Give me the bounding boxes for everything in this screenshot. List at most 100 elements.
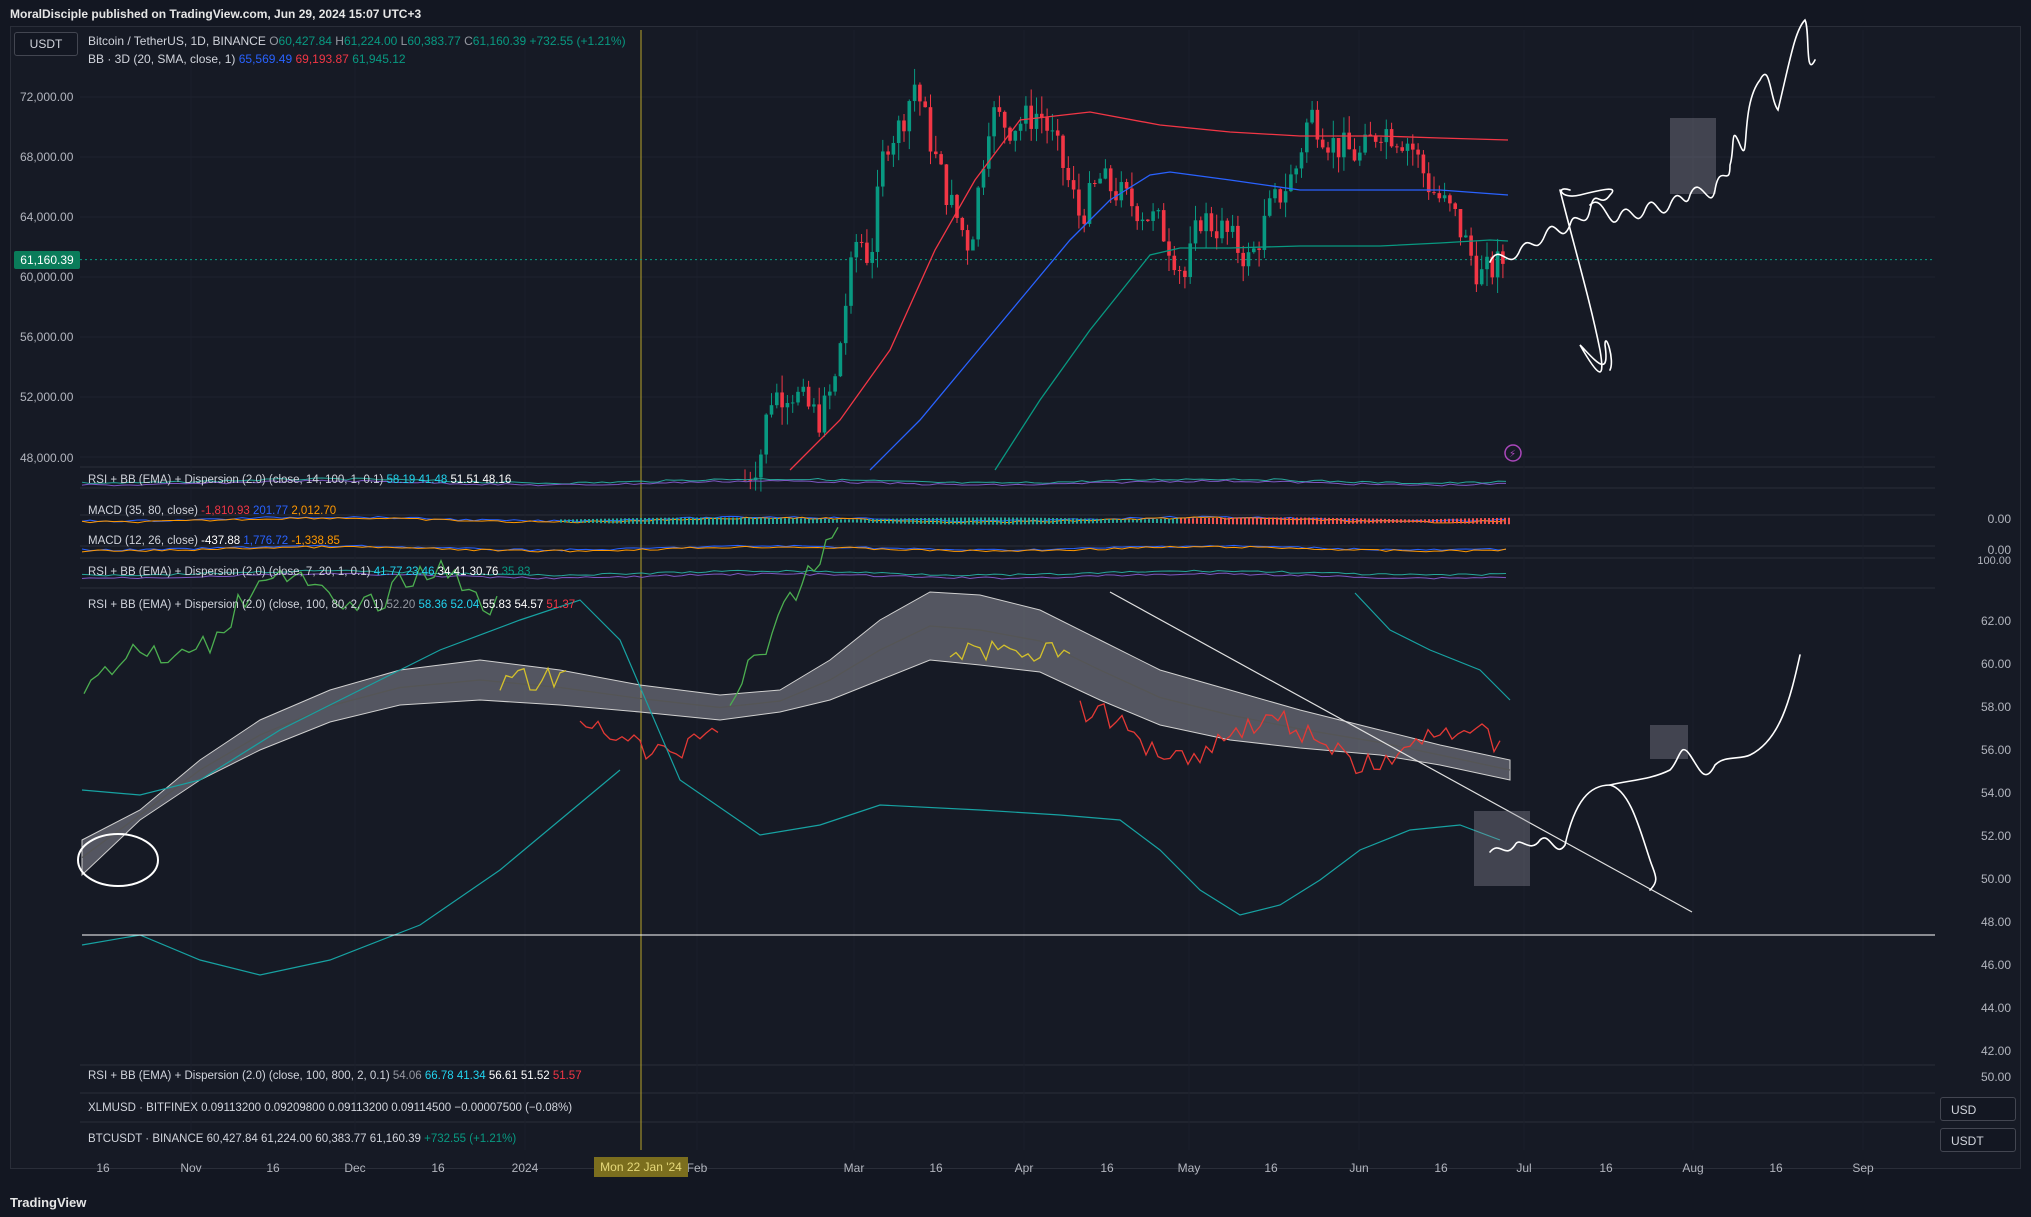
macd-histogram-bar: [1496, 517, 1498, 525]
macd-histogram-bar: [656, 517, 658, 525]
rsi-axis-label: 58.00: [1980, 700, 2011, 714]
candle-body: [1437, 193, 1442, 199]
bb-lower: 61,945.12: [352, 52, 406, 66]
candle-body: [891, 142, 896, 155]
macd-histogram-bar: [1200, 518, 1202, 524]
btc-low: 60,383.77: [315, 1133, 367, 1145]
candle-body: [1161, 210, 1166, 242]
macd-histogram-bar: [716, 517, 718, 525]
macd-histogram-bar: [756, 517, 758, 525]
candle-body: [1236, 225, 1240, 253]
macd-histogram-bar: [1060, 518, 1062, 524]
macd-histogram-bar: [1204, 518, 1206, 524]
macd-histogram-bar: [1428, 519, 1430, 523]
macd-histogram-bar: [1400, 519, 1402, 523]
macd-histogram-bar: [1272, 517, 1274, 525]
candle-body: [1108, 168, 1113, 192]
candle-body: [1050, 130, 1055, 132]
macd-histogram-bar: [1464, 518, 1466, 524]
macd-histogram-bar: [1280, 517, 1282, 525]
macd-histogram-bar: [664, 517, 666, 525]
macd-histogram-bar: [1232, 517, 1234, 525]
macd-histogram-bar: [1300, 517, 1302, 525]
macd-histogram-bar: [1216, 517, 1218, 525]
btc-close: 61,160.39: [369, 1133, 421, 1145]
candle-body: [854, 241, 859, 258]
macd-histogram-bar: [792, 518, 794, 524]
candle-body: [1220, 220, 1224, 239]
candle-body: [1262, 215, 1267, 250]
macd-histogram-bar: [1148, 519, 1150, 523]
macd-histogram-bar: [672, 517, 674, 525]
macd-histogram-bar: [1112, 519, 1114, 523]
macd-histogram-bar: [928, 517, 930, 525]
macd-histogram-bar: [1452, 518, 1454, 524]
macd-histogram-bar: [680, 517, 682, 525]
candle-body: [960, 217, 965, 231]
macd-histogram-bar: [972, 517, 974, 525]
btc-unit-button[interactable]: USDT: [1940, 1128, 2016, 1152]
macd-histogram-bar: [1492, 517, 1494, 525]
macd-histogram-bar: [980, 517, 982, 525]
freehand-rsi-2: [1609, 654, 1801, 786]
candle-body: [1442, 195, 1447, 199]
tradingview-logo[interactable]: TradingView: [10, 1195, 86, 1210]
rsi-axis-label: 52.00: [1980, 829, 2011, 843]
candle-body: [881, 151, 885, 187]
macd-histogram-bar: [1140, 519, 1142, 523]
rsi-axis-label: 56.00: [1980, 743, 2011, 757]
candle-body: [1315, 109, 1320, 140]
rsi-axis-label: 54.00: [1980, 786, 2011, 800]
macd-histogram-bar: [1432, 519, 1434, 523]
btc-legend: BTCUSDT · BINANCE 60,427.84 61,224.00 60…: [88, 1133, 516, 1145]
macd-histogram-bar: [760, 517, 762, 525]
macd-histogram-bar: [884, 518, 886, 524]
macd-histogram-bar: [1180, 518, 1182, 524]
macd-histogram-bar: [892, 518, 894, 524]
macd-histogram-bar: [1276, 517, 1278, 525]
rsi2-v4: 30.76: [469, 566, 499, 578]
time-axis-label: 2024: [511, 1161, 539, 1175]
rsi-main-v0: 52.20: [386, 599, 416, 611]
macd-histogram-bar: [616, 518, 618, 524]
candle-body: [1358, 152, 1362, 161]
candle-body: [1151, 211, 1155, 221]
macd-histogram-bar: [724, 517, 726, 525]
macd-histogram-bar: [1020, 517, 1022, 525]
price-axis-label: 68,000.00: [20, 150, 74, 164]
candle-body: [939, 154, 943, 165]
xlm-unit-button[interactable]: USD: [1940, 1097, 2016, 1121]
macd-histogram-bar: [960, 517, 962, 525]
candle-body: [1172, 255, 1177, 271]
macd2-v3: -1,338.85: [291, 535, 340, 547]
macd-histogram-bar: [668, 517, 670, 525]
macd-histogram-bar: [796, 518, 798, 524]
trend-line: [1109, 591, 1693, 913]
macd-histogram-bar: [1368, 518, 1370, 524]
rsi-main-legend: RSI + BB (EMA) + Dispersion (2.0) (close…: [88, 599, 575, 611]
macd-histogram-bar: [856, 519, 858, 523]
candle-body: [870, 251, 874, 263]
macd-histogram-bar: [692, 517, 694, 525]
candle-body: [912, 84, 917, 102]
rsi2-v3: 34.41: [437, 566, 467, 578]
candle-body: [1140, 219, 1145, 222]
candle-body: [1103, 168, 1108, 179]
macd-histogram-bar: [912, 518, 914, 524]
open-value: 60,427.84: [278, 34, 332, 48]
macd2-v2: 1,776.72: [243, 535, 289, 547]
macd-histogram-bar: [1308, 517, 1310, 525]
macd1-v2: 201.77: [252, 505, 289, 517]
macd-histogram-bar: [1244, 517, 1246, 525]
macd-histogram-bar: [704, 517, 706, 525]
macd2-title: MACD (12, 26, close): [88, 535, 198, 547]
currency-button[interactable]: USDT: [14, 32, 78, 56]
macd-histogram-bar: [1084, 518, 1086, 524]
symbol-name: Bitcoin / TetherUS, 1D, BINANCE: [88, 34, 266, 48]
open-label: O: [269, 34, 279, 48]
macd-histogram-bar: [776, 518, 778, 524]
macd-histogram-bar: [596, 518, 598, 524]
freehand-main-1: [1489, 188, 1614, 263]
macd-histogram-bar: [964, 517, 966, 525]
macd-histogram-bar: [584, 519, 586, 523]
